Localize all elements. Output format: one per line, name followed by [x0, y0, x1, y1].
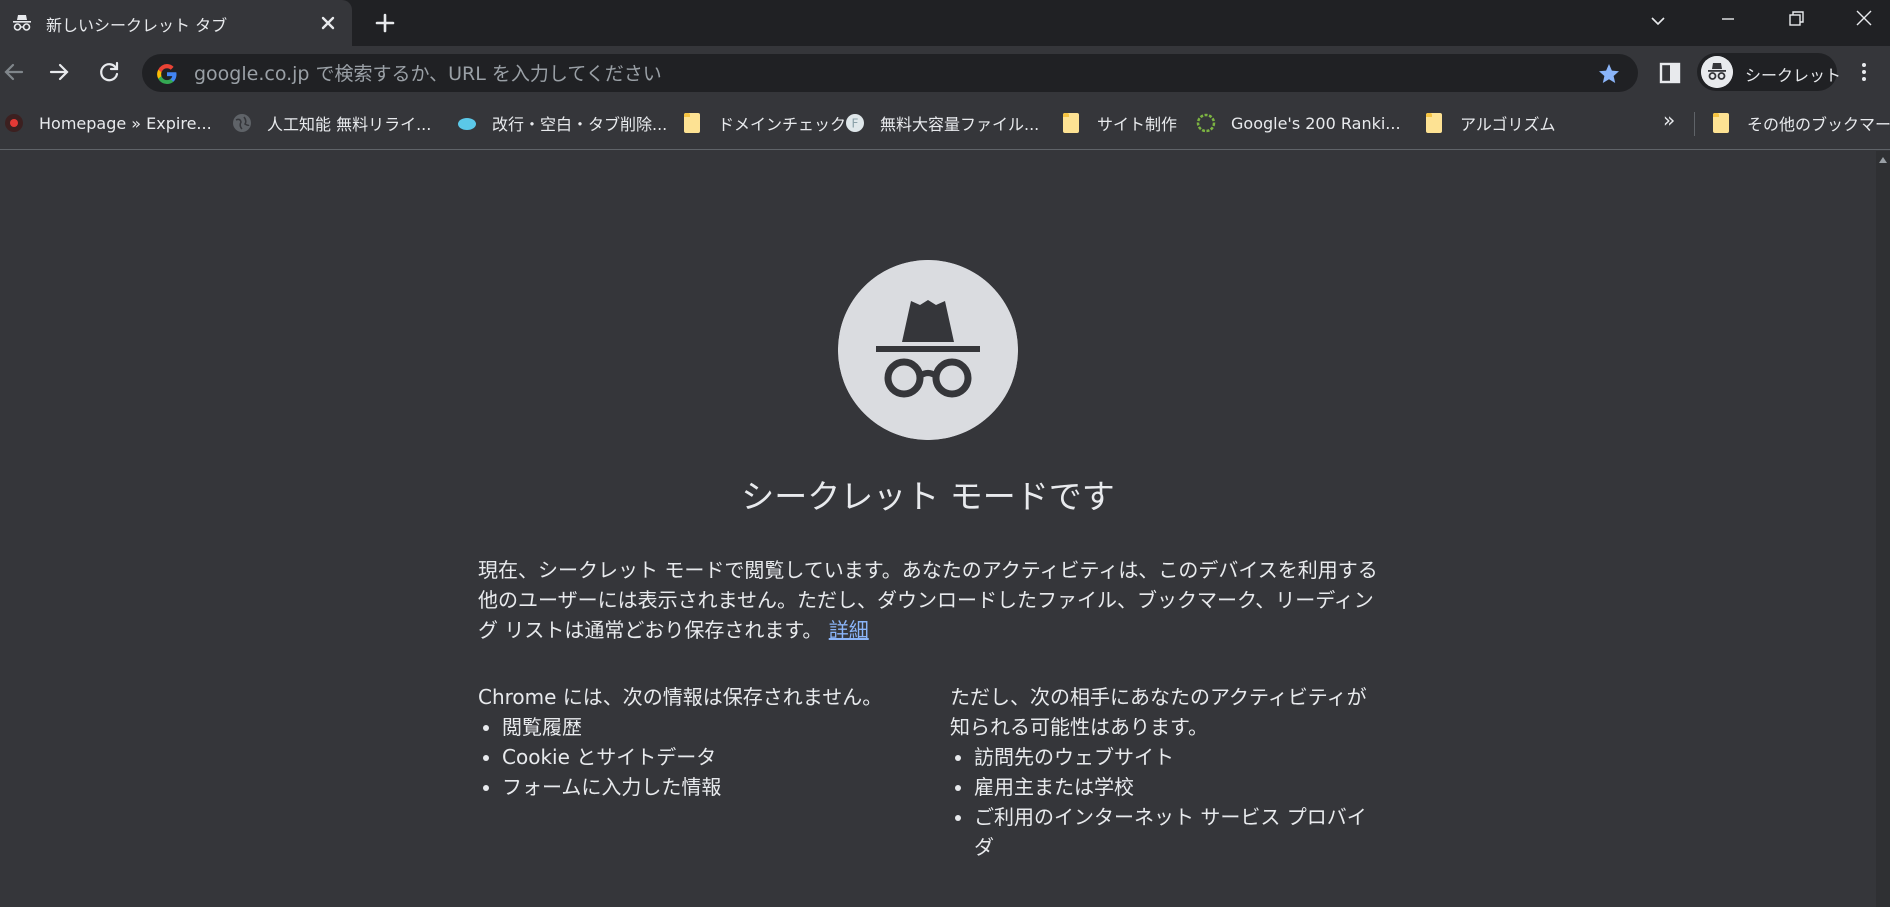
bookmark-star-icon[interactable] — [1597, 62, 1621, 86]
bookmark-label: Google's 200 Ranki... — [1231, 113, 1401, 133]
minimize-icon[interactable] — [1706, 6, 1750, 36]
bookmark-label: 改行・空白・タブ削除... — [492, 115, 668, 134]
list-item: Cookie とサイトデータ — [502, 742, 898, 772]
green-ring-icon — [1196, 113, 1216, 133]
other-bookmarks-button[interactable]: その他のブックマーク — [1713, 110, 1890, 136]
menu-icon[interactable] — [1854, 59, 1874, 85]
omnibox[interactable] — [142, 54, 1638, 94]
globe-icon — [233, 114, 251, 132]
bookmark-label: サイト制作 — [1097, 115, 1178, 134]
intro-body: 現在、シークレット モードで閲覧しています。あなたのアクティビティは、このデバイ… — [478, 558, 1378, 642]
bookmark-label: その他のブックマーク — [1747, 115, 1890, 134]
not-saved-title: Chrome には、次の情報は保存されません。 — [478, 685, 883, 709]
page-title: シークレット モードです — [741, 477, 1115, 516]
tab-incognito[interactable]: 新しいシークレット タブ — [0, 0, 352, 46]
bookmark-item[interactable]: Homepage » Expire... — [4, 110, 212, 136]
red-circle-icon — [5, 114, 23, 132]
bookmark-item[interactable]: 改行・空白・タブ削除... — [457, 110, 667, 136]
list-item: フォームに入力した情報 — [502, 772, 898, 802]
incognito-hero-icon — [838, 260, 1018, 440]
bookmark-label: 人工知能 無料リライ... — [267, 115, 432, 134]
profile-button[interactable]: シークレット — [1697, 53, 1841, 91]
side-panel-icon[interactable] — [1658, 61, 1682, 85]
folder-icon — [1713, 113, 1729, 133]
list-item: 雇用主または学校 — [974, 772, 1370, 802]
bookmark-label: 無料大容量ファイル... — [880, 115, 1040, 134]
google-icon — [157, 64, 177, 85]
visible-to-section: ただし、次の相手にあなたのアクティビティが知られる可能性はあります。 訪問先のウ… — [950, 682, 1370, 862]
bookmark-label: Homepage » Expire... — [39, 113, 212, 133]
bookmark-label: ドメインチェック — [718, 115, 847, 134]
incognito-avatar-icon — [1701, 56, 1733, 88]
bookmark-item[interactable]: アルゴリズム — [1426, 110, 1556, 136]
incognito-icon — [13, 15, 31, 31]
list-item: ご利用のインターネット サービス プロバイダ — [974, 802, 1370, 862]
tab-strip: 新しいシークレット タブ — [0, 0, 1890, 46]
cloud-icon — [458, 118, 476, 130]
intro-text: 現在、シークレット モードで閲覧しています。あなたのアクティビティは、このデバイ… — [478, 555, 1378, 645]
scroll-up-icon[interactable] — [1879, 157, 1887, 163]
learn-more-link[interactable]: 詳細 — [829, 618, 869, 642]
reload-icon[interactable] — [95, 58, 123, 86]
list-item: 閲覧履歴 — [502, 712, 898, 742]
folder-icon — [684, 113, 700, 133]
forward-icon[interactable] — [46, 58, 74, 86]
not-saved-list: 閲覧履歴 Cookie とサイトデータ フォームに入力した情報 — [478, 712, 898, 802]
toolbar: シークレット — [0, 46, 1890, 98]
folder-icon — [1426, 113, 1442, 133]
restore-icon[interactable] — [1774, 6, 1818, 36]
folder-icon — [1063, 113, 1079, 133]
bookmarks-divider — [1694, 112, 1695, 136]
bookmarks-bar: Homepage » Expire... 人工知能 無料リライ... 改行・空白… — [0, 98, 1890, 150]
list-item: 訪問先のウェブサイト — [974, 742, 1370, 772]
visible-to-title: ただし、次の相手にあなたのアクティビティが知られる可能性はあります。 — [950, 685, 1367, 739]
bookmark-item[interactable]: F 無料大容量ファイル... — [845, 110, 1039, 136]
bookmark-item[interactable]: Google's 200 Ranki... — [1196, 110, 1401, 136]
profile-label: シークレット — [1745, 66, 1842, 85]
address-input[interactable] — [192, 54, 1526, 94]
bookmark-label: アルゴリズム — [1460, 115, 1556, 134]
back-icon[interactable] — [0, 58, 28, 86]
bookmark-item[interactable]: 人工知能 無料リライ... — [232, 110, 431, 136]
svg-text:F: F — [852, 117, 859, 131]
scrollbar[interactable] — [1876, 151, 1890, 907]
tab-search-icon[interactable] — [1636, 6, 1680, 36]
f-circle-icon: F — [846, 114, 864, 132]
not-saved-section: Chrome には、次の情報は保存されません。 閲覧履歴 Cookie とサイト… — [478, 682, 898, 802]
bookmarks-overflow-button[interactable]: » — [1663, 108, 1675, 132]
bookmark-item[interactable]: ドメインチェック — [684, 110, 846, 136]
bookmark-item[interactable]: サイト制作 — [1063, 110, 1177, 136]
visible-to-list: 訪問先のウェブサイト 雇用主または学校 ご利用のインターネット サービス プロバ… — [950, 742, 1370, 862]
tab-title: 新しいシークレット タブ — [46, 16, 228, 35]
window-close-icon[interactable] — [1842, 6, 1886, 36]
close-icon[interactable] — [315, 10, 341, 36]
new-tab-icon[interactable] — [372, 10, 398, 36]
